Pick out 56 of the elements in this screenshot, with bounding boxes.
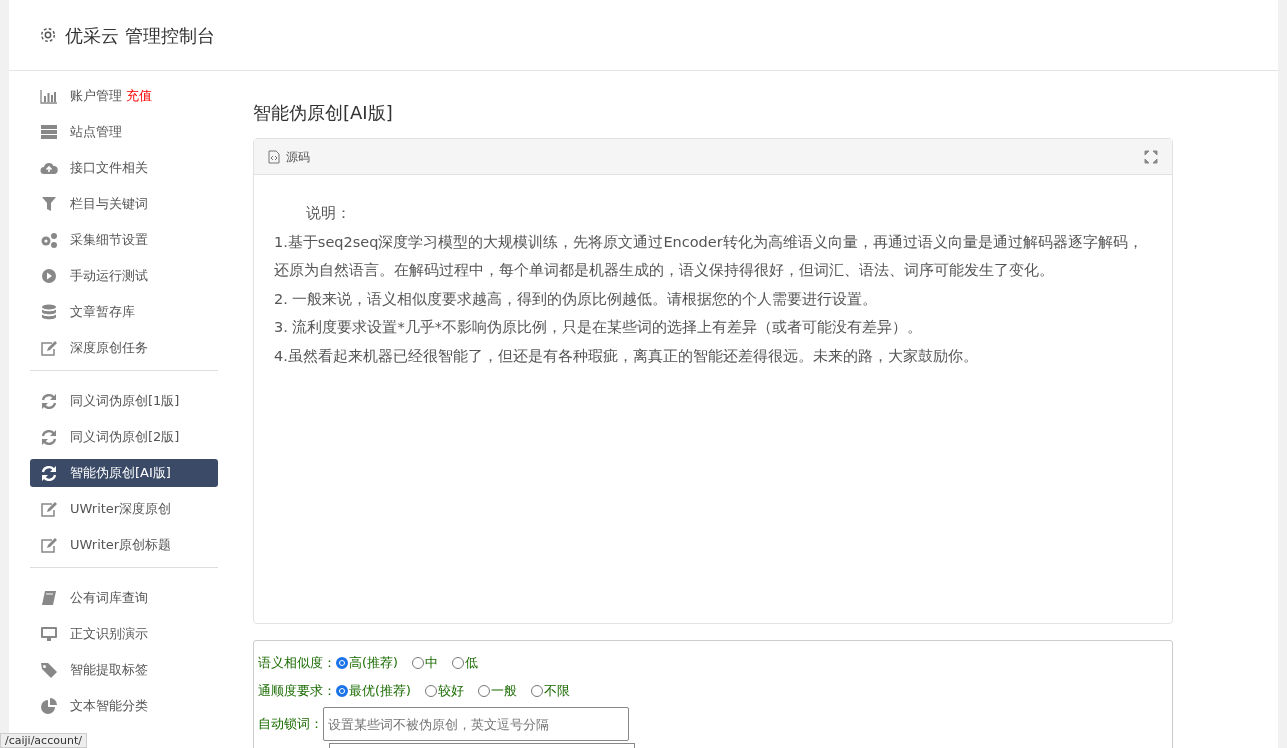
sidebar-item[interactable]: 公有词库查询 xyxy=(30,584,218,612)
sidebar-item[interactable]: 同义词伪原创[2版] xyxy=(30,423,218,451)
sidebar-item[interactable]: 手动运行测试 xyxy=(30,262,218,290)
recharge-link[interactable]: 充值 xyxy=(126,86,152,106)
sidebar-item[interactable]: 接口文件相关 xyxy=(30,154,218,182)
refresh-icon xyxy=(40,429,58,445)
tag-icon xyxy=(40,662,58,678)
radio-option[interactable]: 不限 xyxy=(530,681,570,701)
sidebar-item[interactable]: 栏目与关键词 xyxy=(30,190,218,218)
sidebar-item[interactable]: 深度原创任务 xyxy=(30,334,218,362)
monitor-icon xyxy=(40,626,58,642)
panel-title: 源码 xyxy=(286,148,310,166)
sidebar-item[interactable]: 站点管理 xyxy=(30,118,218,146)
fullscreen-icon[interactable] xyxy=(1144,149,1158,164)
code-file-icon xyxy=(268,149,280,164)
paragraph: 2. 一般来说，语义相似度要求越高，得到的伪原比例越低。请根据您的个人需要进行设置。 xyxy=(274,289,879,309)
edit-icon xyxy=(40,501,58,517)
cloud-upload-icon xyxy=(40,160,58,176)
sidebar-item[interactable]: 采集细节设置 xyxy=(30,226,218,254)
option-label: 通顺度要求： xyxy=(258,681,336,700)
page-title: 智能伪原创[AI版] xyxy=(253,101,394,125)
bar-chart-icon xyxy=(40,88,58,104)
refresh-icon xyxy=(40,393,58,409)
edit-icon xyxy=(40,340,58,356)
sidebar-item[interactable]: 智能伪原创[AI版] xyxy=(30,459,218,487)
filter-icon xyxy=(40,196,58,212)
sidebar-item[interactable]: 智能提取标签 xyxy=(30,656,218,684)
play-icon xyxy=(40,268,58,284)
sidebar-item[interactable]: 账户管理 充值 xyxy=(30,82,218,110)
lock-words-field[interactable]: 设置某些词不被伪原创，英文逗号分隔 xyxy=(323,707,629,741)
sidebar-item[interactable]: UWriter深度原创 xyxy=(30,495,218,523)
radio-option[interactable]: 高(推荐) xyxy=(336,653,398,673)
pie-chart-icon xyxy=(40,698,58,714)
gear-icon xyxy=(39,26,57,44)
option-label: 自动锁词： xyxy=(258,714,323,733)
edit-icon xyxy=(40,537,58,553)
option-label: 语义相似度： xyxy=(258,653,336,672)
radio-option[interactable]: 低 xyxy=(451,653,478,673)
radio-option[interactable]: 较好 xyxy=(424,681,464,701)
paragraph: 4.虽然看起来机器已经很智能了，但还是有各种瑕疵，离真正的智能还差得很远。未来的路，大家鼓励你。 xyxy=(274,346,979,366)
link-url-tooltip: /caiji/account/ xyxy=(0,733,87,748)
sidebar-item[interactable]: 同义词伪原创[1版] xyxy=(30,387,218,415)
radio-option[interactable]: 最优(推荐) xyxy=(336,681,411,701)
sidebar-item[interactable]: 正文识别演示 xyxy=(30,620,218,648)
paragraph: 1.基于seq2seq深度学习模型的大规模训练，先将原文通过Encoder转化为高维语义向量，再通过语义向量是通过解码器逐字解码，还原为自然语言。在解码过程中，每个单词都是机器生成的，语义保持得很好，但词汇、语法、词序可能发生了变化。 xyxy=(274,232,1144,280)
radio-option[interactable]: 一般 xyxy=(477,681,517,701)
sidebar-item[interactable]: UWriter原创标题 xyxy=(30,531,218,559)
app-title: 优采云 管理控制台 xyxy=(65,23,215,48)
refresh-icon xyxy=(40,465,58,481)
sidebar-item[interactable]: 文章暂存库 xyxy=(30,298,218,326)
paragraph: 说明： xyxy=(305,204,352,223)
server-icon xyxy=(40,124,58,140)
paragraph: 3. 流利度要求设置*几乎*不影响伪原比例，只是在某些词的选择上有差异（或者可能没有差异）。 xyxy=(274,318,923,337)
radio-option[interactable]: 中 xyxy=(411,653,438,673)
sidebar-item[interactable]: 文本智能分类 xyxy=(30,692,218,720)
database-icon xyxy=(40,304,58,320)
